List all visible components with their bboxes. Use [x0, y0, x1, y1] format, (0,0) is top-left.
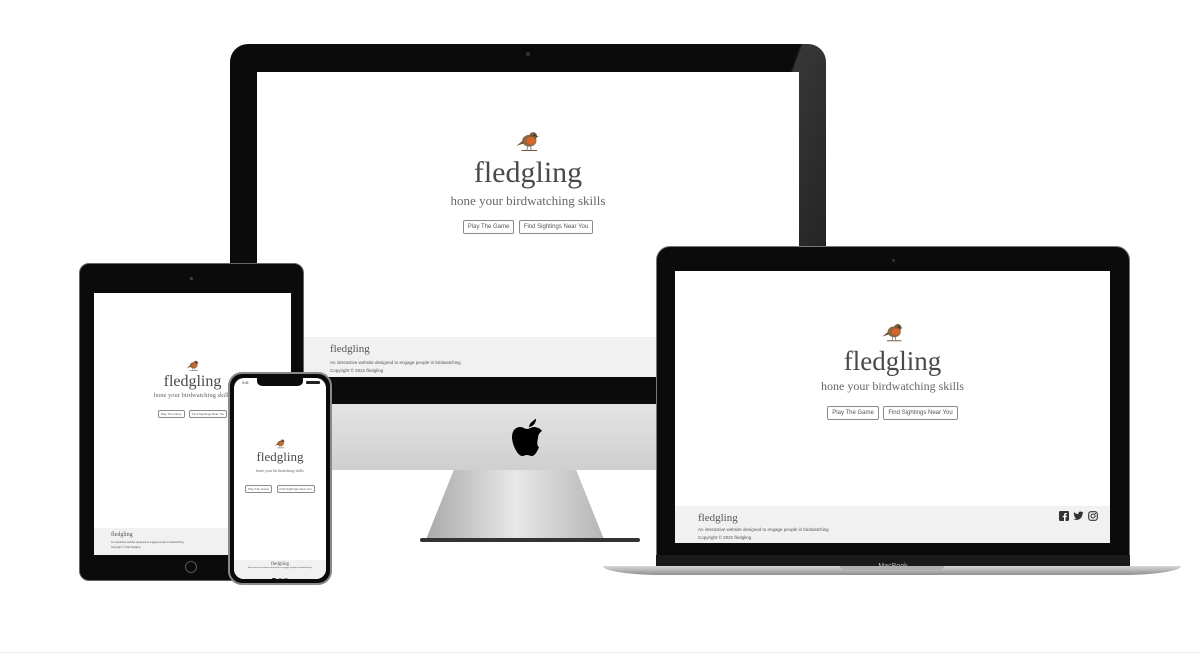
twitter-icon[interactable]	[1073, 511, 1084, 521]
play-game-button[interactable]: Play The Game	[827, 406, 879, 420]
iphone-notch	[257, 378, 303, 386]
footer-copyright: Copyright © 2022 fledgling	[698, 535, 752, 540]
robin-icon	[881, 321, 905, 345]
iphone-screen: 9:41 fledgling hone your birdwatching sk…	[234, 378, 326, 579]
footer-copyright: Copyright © 2022 fledgling	[111, 546, 141, 549]
status-icons	[306, 381, 320, 384]
footer-description: An interactive website designed to engag…	[330, 360, 461, 365]
find-sightings-button[interactable]: Find Sightings Near You	[518, 220, 594, 234]
iphone-device: 9:41 fledgling hone your birdwatching sk…	[228, 372, 332, 585]
footer-copyright: Copyright © 2022 fledgling	[330, 368, 384, 373]
macbook-hinge: MacBook	[656, 555, 1130, 570]
bottom-divider	[0, 652, 1199, 653]
find-sightings-button[interactable]: Find Sightings Near You	[276, 485, 315, 493]
robin-icon	[186, 359, 200, 373]
ipad-camera	[190, 277, 193, 280]
footer-description: An interactive website designed to engag…	[111, 541, 184, 544]
site-footer: fledgling An interactive website designe…	[234, 560, 326, 579]
macbook-device: fledgling hone your birdwatching skills …	[603, 246, 1181, 576]
footer-description: An interactive website designed to engag…	[248, 567, 312, 569]
page-title: fledgling	[473, 156, 583, 189]
ipad-home-button[interactable]	[185, 561, 197, 573]
instagram-icon[interactable]	[284, 578, 288, 579]
footer-brand: fledgling	[698, 512, 738, 524]
play-game-button[interactable]: Play The Game	[462, 220, 515, 234]
find-sightings-button[interactable]: Find Sightings Near You	[883, 406, 958, 420]
imac-camera	[526, 52, 530, 56]
tagline: hone your birdwatching skills	[821, 379, 964, 393]
play-game-button[interactable]: Play The Game	[245, 485, 273, 493]
tagline: hone your birdwatching skills	[450, 193, 606, 208]
footer-brand: fledgling	[111, 532, 133, 538]
tagline: hone your birdwatching skills	[256, 468, 304, 473]
social-links	[272, 578, 288, 579]
robin-icon	[515, 129, 541, 155]
twitter-icon[interactable]	[278, 578, 282, 579]
play-game-button[interactable]: Play The Game	[157, 410, 185, 418]
facebook-icon[interactable]	[1059, 511, 1069, 521]
footer-brand: fledgling	[330, 343, 370, 355]
macbook-camera	[892, 259, 895, 262]
find-sightings-button[interactable]: Find Sightings Near You	[189, 410, 228, 418]
instagram-icon[interactable]	[1088, 511, 1098, 521]
macbook-notch	[840, 566, 944, 570]
apple-logo-icon	[512, 419, 542, 456]
social-links	[1059, 511, 1098, 521]
footer-description: An interactive website designed to engag…	[698, 527, 829, 532]
macbook-screen: fledgling hone your birdwatching skills …	[675, 271, 1110, 543]
page-title: fledgling	[256, 449, 304, 464]
imac-stand	[425, 470, 605, 542]
site-footer: fledgling An interactive website designe…	[675, 506, 1110, 543]
facebook-icon[interactable]	[272, 578, 276, 579]
status-time: 9:41	[242, 381, 249, 385]
page-title: fledgling	[843, 346, 942, 376]
